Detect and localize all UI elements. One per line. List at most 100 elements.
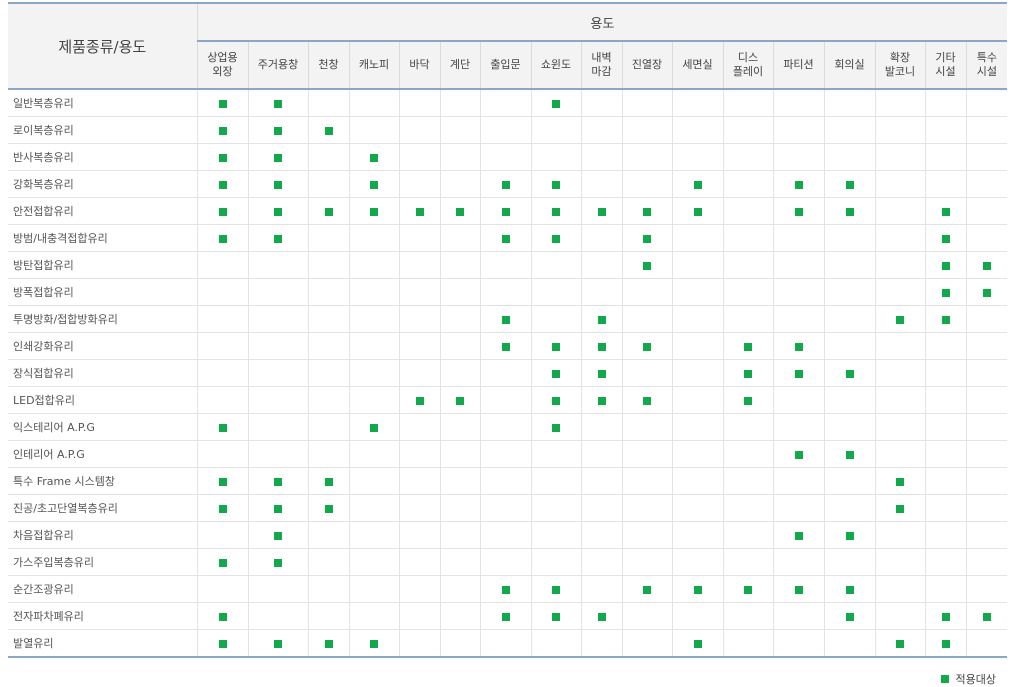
usage-cell [966, 197, 1008, 225]
usage-cell [531, 440, 582, 468]
usage-cell [875, 386, 926, 414]
usage-cell [966, 467, 1008, 495]
usage-cell [308, 305, 350, 333]
green-square-icon [456, 207, 464, 216]
green-square-icon [941, 261, 950, 270]
column-header: 상업용 외장 [197, 41, 249, 90]
usage-cell [966, 305, 1008, 333]
usage-cell [349, 359, 400, 387]
usage-cell [480, 440, 532, 468]
green-square-icon [845, 531, 854, 540]
product-name: LED접합유리 [8, 386, 198, 414]
usage-cell [622, 143, 673, 171]
usage-cell [248, 197, 309, 225]
usage-cell [440, 548, 481, 576]
green-square-icon [693, 180, 702, 189]
green-square-icon [274, 639, 282, 648]
usage-cell [723, 116, 774, 144]
usage-cell [248, 143, 309, 171]
usage-cell [480, 575, 532, 603]
green-square-icon [794, 342, 803, 351]
usage-cell [440, 440, 481, 468]
usage-cell [723, 89, 774, 117]
usage-cell [349, 89, 400, 117]
usage-cell [966, 359, 1008, 387]
usage-cell [399, 143, 441, 171]
usage-cell [399, 251, 441, 279]
usage-cell [723, 413, 774, 441]
green-square-icon [794, 207, 803, 216]
usage-cell [723, 521, 774, 549]
green-square-icon [274, 531, 282, 540]
usage-cell [581, 467, 623, 495]
usage-cell [531, 467, 582, 495]
usage-cell [773, 305, 825, 333]
usage-cell [480, 278, 532, 306]
usage-cell [622, 548, 673, 576]
product-name: 안전접합유리 [8, 197, 198, 225]
usage-cell [197, 224, 249, 252]
usage-cell [875, 521, 926, 549]
usage-cell [966, 143, 1008, 171]
usage-cell [480, 386, 532, 414]
usage-cell [875, 575, 926, 603]
usage-cell [622, 575, 673, 603]
usage-cell [440, 413, 481, 441]
usage-cell [773, 224, 825, 252]
usage-cell [480, 494, 532, 522]
usage-cell [622, 386, 673, 414]
usage-cell [925, 386, 967, 414]
green-square-icon [744, 342, 752, 351]
green-square-icon [501, 234, 510, 243]
green-square-icon [794, 180, 803, 189]
product-name: 익스테리어 A.P.G [8, 413, 198, 441]
usage-cell [197, 467, 249, 495]
usage-cell [723, 467, 774, 495]
usage-cell [723, 494, 774, 522]
usage-cell [581, 305, 623, 333]
green-square-icon [896, 639, 904, 648]
usage-cell [197, 116, 249, 144]
usage-cell [197, 332, 249, 360]
usage-cell [399, 89, 441, 117]
usage-cell [248, 386, 309, 414]
table-row: 투명방화/접합방화유리 [8, 305, 1008, 333]
usage-cell [248, 332, 309, 360]
usage-cell [723, 359, 774, 387]
usage-cell [824, 332, 876, 360]
green-square-icon [370, 207, 378, 216]
usage-cell [440, 629, 481, 658]
usage-cell [966, 386, 1008, 414]
usage-cell [672, 305, 724, 333]
table-row: 진공/초고단열복층유리 [8, 494, 1008, 522]
table-row: 순간조광유리 [8, 575, 1008, 603]
usage-cell [531, 251, 582, 279]
green-square-icon [552, 342, 560, 351]
usage-cell [349, 494, 400, 522]
usage-cell [581, 116, 623, 144]
column-header: 주거용창 [248, 41, 309, 90]
usage-cell [672, 413, 724, 441]
usage-cell [248, 278, 309, 306]
usage-cell [723, 602, 774, 630]
usage-cell [925, 440, 967, 468]
usage-cell [622, 89, 673, 117]
usage-cell [773, 467, 825, 495]
green-square-icon [744, 585, 752, 594]
green-square-icon [643, 342, 651, 351]
green-square-icon [501, 207, 510, 216]
green-square-icon [896, 477, 904, 486]
usage-cell [773, 602, 825, 630]
usage-cell [308, 197, 350, 225]
usage-cell [480, 629, 532, 658]
usage-cell [723, 440, 774, 468]
usage-cell [875, 116, 926, 144]
usage-cell [925, 197, 967, 225]
usage-cell [308, 143, 350, 171]
green-square-icon [794, 369, 803, 378]
usage-cell [308, 629, 350, 658]
column-header: 회의실 [824, 41, 876, 90]
usage-cell [197, 170, 249, 198]
usage-cell [925, 467, 967, 495]
usage-cell [875, 602, 926, 630]
